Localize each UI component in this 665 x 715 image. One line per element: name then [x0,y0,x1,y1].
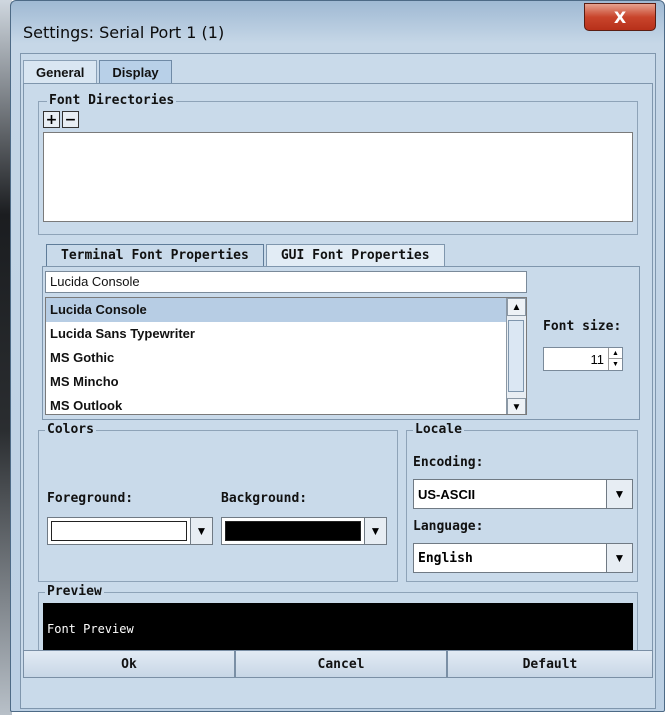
background-color-swatch [225,521,361,541]
plus-icon: + [45,111,58,128]
list-item[interactable]: MS Gothic [46,346,526,370]
background-color-combo[interactable]: ▼ [221,517,387,545]
list-item[interactable]: Lucida Console [46,298,526,322]
triangle-up-icon: ▲ [511,301,522,313]
chevron-down-icon: ▼ [195,524,208,538]
font-size-label: Font size: [543,319,622,334]
background-dropdown-button[interactable]: ▼ [364,518,386,544]
scroll-down-button[interactable]: ▼ [507,398,526,414]
terminal-font-panel: Lucida Console Lucida Console Lucida San… [42,266,640,420]
close-icon: X [613,7,627,27]
foreground-label: Foreground: [47,491,134,506]
font-preview-box: Font Preview [43,603,633,655]
list-item[interactable]: Lucida Sans Typewriter [46,322,526,346]
encoding-value: US-ASCII [418,487,476,502]
chevron-down-icon: ▼ [613,551,626,565]
locale-group: Locale Encoding: US-ASCII ▼ Language: En… [406,422,638,582]
font-directories-group: Font Directories + − [38,93,638,235]
minus-icon: − [64,111,77,128]
tab-gui-font-properties[interactable]: GUI Font Properties [265,244,445,266]
scroll-up-button[interactable]: ▲ [507,298,526,316]
ok-button[interactable]: Ok [23,650,235,678]
list-item[interactable]: MS Outlook [46,394,526,414]
window-title: Settings: Serial Port 1 (1) [23,23,225,42]
locale-legend: Locale [413,422,464,437]
foreground-color-combo[interactable]: ▼ [47,517,213,545]
font-list-scrollbar[interactable]: ▲ ▼ [506,298,526,414]
foreground-color-swatch [51,521,187,541]
font-size-value: 11 [590,352,605,367]
spinner-down-icon[interactable]: ▼ [608,359,622,370]
background-label: Background: [221,491,308,506]
display-tab-panel: Font Directories + − Terminal Font Prope… [23,83,653,665]
colors-group: Colors Foreground: Background: ▼ ▼ [38,422,398,582]
colors-legend: Colors [45,422,96,437]
chevron-down-icon: ▼ [613,487,626,501]
encoding-dropdown-button[interactable]: ▼ [606,480,632,508]
dialog-client-area: General Display Font Directories + − Ter… [20,53,656,709]
chevron-down-icon: ▼ [369,524,382,538]
list-item[interactable]: MS Mincho [46,370,526,394]
language-select[interactable]: English ▼ [413,543,633,573]
font-size-spinner[interactable]: 11 ▲ ▼ [543,347,623,371]
add-directory-button[interactable]: + [43,111,60,128]
font-property-tabs: Terminal Font Properties GUI Font Proper… [46,244,447,266]
language-value: English [418,551,473,566]
font-name-field[interactable]: Lucida Console [45,271,527,293]
button-bar: Ok Cancel Default [23,650,653,678]
preview-legend: Preview [45,584,104,599]
tab-display[interactable]: Display [99,60,172,84]
close-button[interactable]: X [584,3,656,31]
settings-window: Settings: Serial Port 1 (1) X General Di… [10,0,665,712]
remove-directory-button[interactable]: − [62,111,79,128]
font-directories-legend: Font Directories [47,93,177,108]
language-dropdown-button[interactable]: ▼ [606,544,632,572]
cancel-button[interactable]: Cancel [235,650,447,678]
scroll-thumb[interactable] [508,320,524,392]
tab-general[interactable]: General [23,60,98,84]
font-directories-list[interactable] [43,132,633,222]
font-preview-text: Font Preview [47,622,134,636]
language-label: Language: [413,519,484,534]
font-list[interactable]: Lucida Console Lucida Sans Typewriter MS… [45,297,527,415]
encoding-select[interactable]: US-ASCII ▼ [413,479,633,509]
triangle-down-icon: ▼ [511,401,522,413]
spinner-up-icon[interactable]: ▲ [608,348,622,359]
title-bar[interactable]: Settings: Serial Port 1 (1) X [11,1,664,53]
tab-terminal-font-properties[interactable]: Terminal Font Properties [46,244,264,266]
foreground-dropdown-button[interactable]: ▼ [190,518,212,544]
default-button[interactable]: Default [447,650,653,678]
encoding-label: Encoding: [413,455,484,470]
